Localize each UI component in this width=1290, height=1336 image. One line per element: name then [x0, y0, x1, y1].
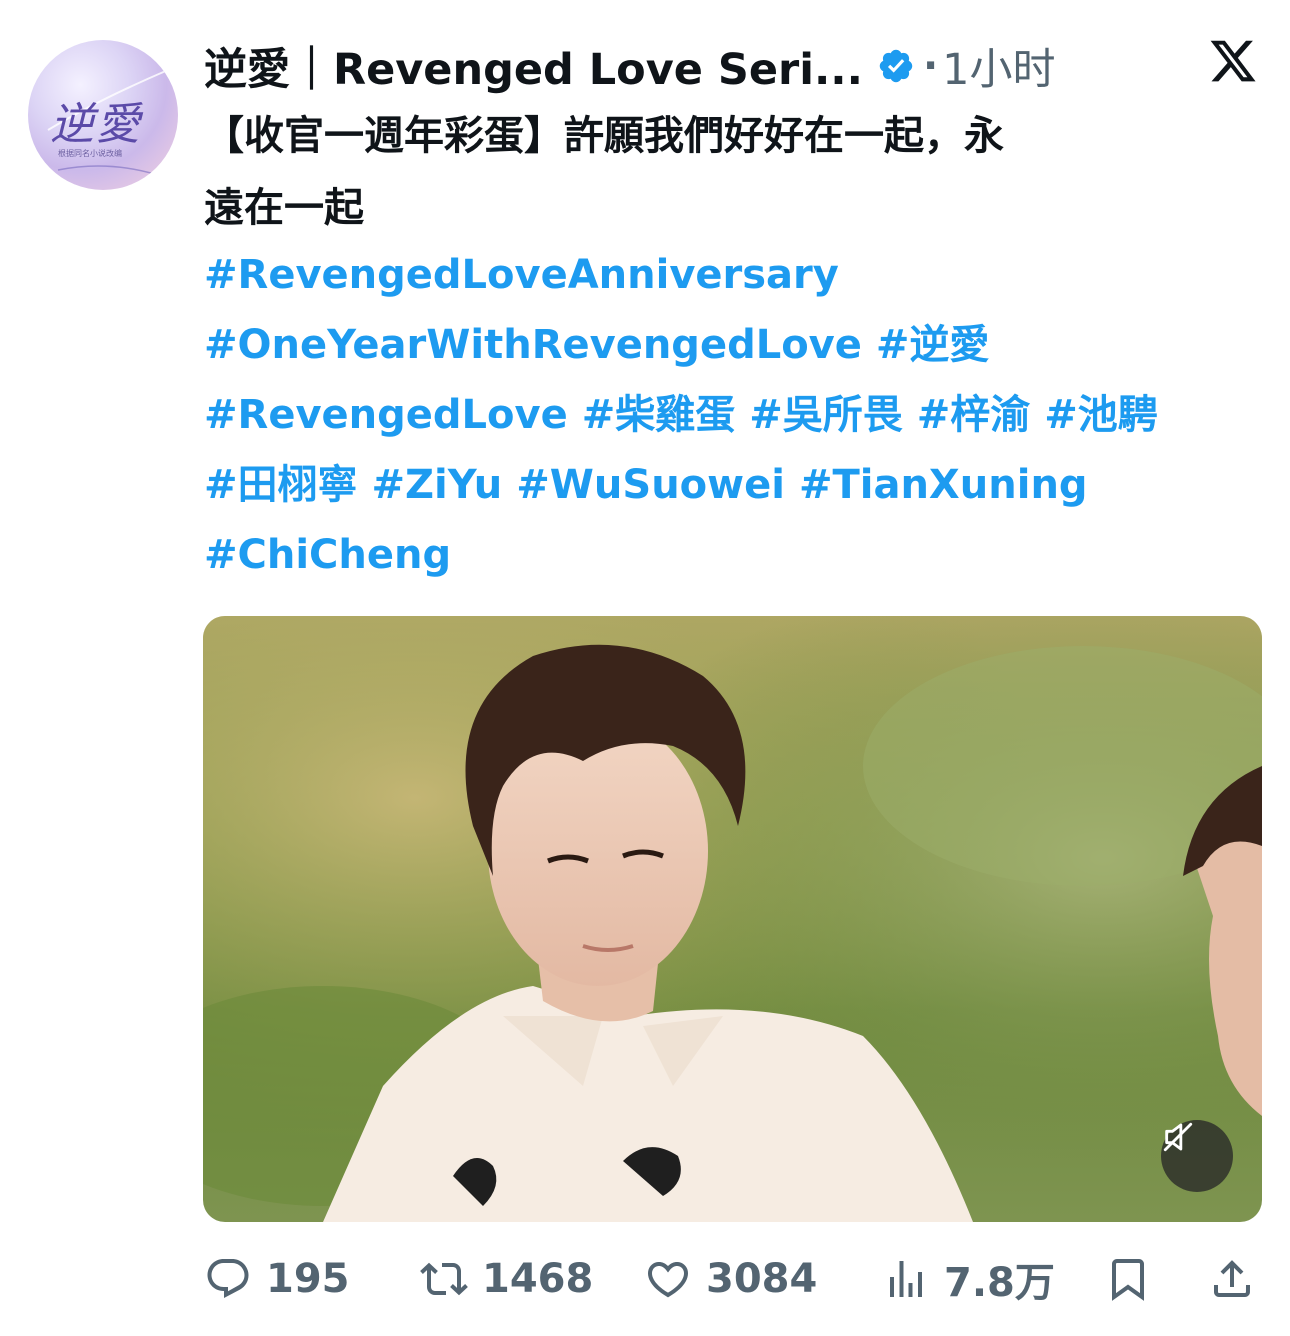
x-logo-icon[interactable]	[1208, 36, 1258, 86]
hashtag-link[interactable]: #梓渝	[917, 392, 1031, 438]
avatar-subtitle: 根据同名小说改编	[58, 149, 122, 158]
video-player[interactable]	[203, 616, 1262, 1222]
hashtag-link[interactable]: #逆愛	[876, 322, 990, 368]
hashtag-link[interactable]: #RevengedLove	[204, 392, 568, 438]
tweet-text: 【收官一週年彩蛋】許願我們好好在一起，永 遠在一起	[204, 100, 1264, 244]
share-icon	[1214, 1260, 1250, 1297]
mute-button[interactable]	[1161, 1120, 1233, 1192]
hashtag-link[interactable]: #田栩寧	[204, 462, 358, 508]
hashtag-link[interactable]: #OneYearWithRevengedLove	[204, 322, 862, 368]
verified-badge-icon[interactable]	[877, 47, 915, 85]
hashtag-link[interactable]: #ZiYu	[372, 462, 503, 508]
tweet-text-line: 遠在一起	[204, 185, 364, 231]
video-frame-illustration	[203, 616, 1262, 1222]
hashtag-link[interactable]: #吳所畏	[749, 392, 903, 438]
speaker-muted-icon	[1163, 1122, 1193, 1152]
author-avatar[interactable]: 逆愛 根据同名小说改编	[28, 40, 178, 190]
view-count: 7.8万	[944, 1260, 1055, 1306]
repost-count: 1468	[482, 1256, 594, 1302]
like-button[interactable]: 3084	[644, 1244, 817, 1314]
hashtag-list: #RevengedLoveAnniversary #OneYearWithRev…	[204, 240, 1264, 590]
author-name[interactable]: 逆愛｜Revenged Love Seri...	[204, 35, 863, 97]
timestamp[interactable]: 1小时	[942, 35, 1055, 97]
tweet-header: 逆愛｜Revenged Love Seri... · 1小时	[204, 36, 1056, 96]
analytics-icon	[890, 1261, 922, 1297]
action-bar: 195 1468 3084 7.8万	[0, 1244, 1290, 1314]
heart-icon	[647, 1262, 689, 1298]
tweet-text-line: 【收官一週年彩蛋】許願我們好好在一起，永	[204, 113, 1004, 159]
avatar-logo-text: 逆愛	[50, 99, 142, 150]
views-button[interactable]: 7.8万	[882, 1244, 1055, 1314]
bookmark-icon	[1112, 1259, 1144, 1301]
hashtag-link[interactable]: #WuSuowei	[516, 462, 785, 508]
bookmark-button[interactable]	[1104, 1244, 1166, 1314]
hashtag-link[interactable]: #柴雞蛋	[582, 392, 736, 438]
hashtag-link[interactable]: #TianXuning	[799, 462, 1088, 508]
repost-icon	[420, 1262, 468, 1296]
like-count: 3084	[706, 1256, 818, 1302]
separator-dot: ·	[922, 43, 939, 89]
hashtag-link[interactable]: #RevengedLoveAnniversary	[204, 252, 839, 298]
reply-count: 195	[266, 1256, 350, 1302]
repost-button[interactable]: 1468	[420, 1244, 593, 1314]
hashtag-link[interactable]: #ChiCheng	[204, 532, 451, 578]
hashtag-link[interactable]: #池騁	[1044, 392, 1158, 438]
share-button[interactable]	[1208, 1244, 1270, 1314]
reply-icon	[207, 1259, 249, 1298]
reply-button[interactable]: 195	[204, 1244, 350, 1314]
